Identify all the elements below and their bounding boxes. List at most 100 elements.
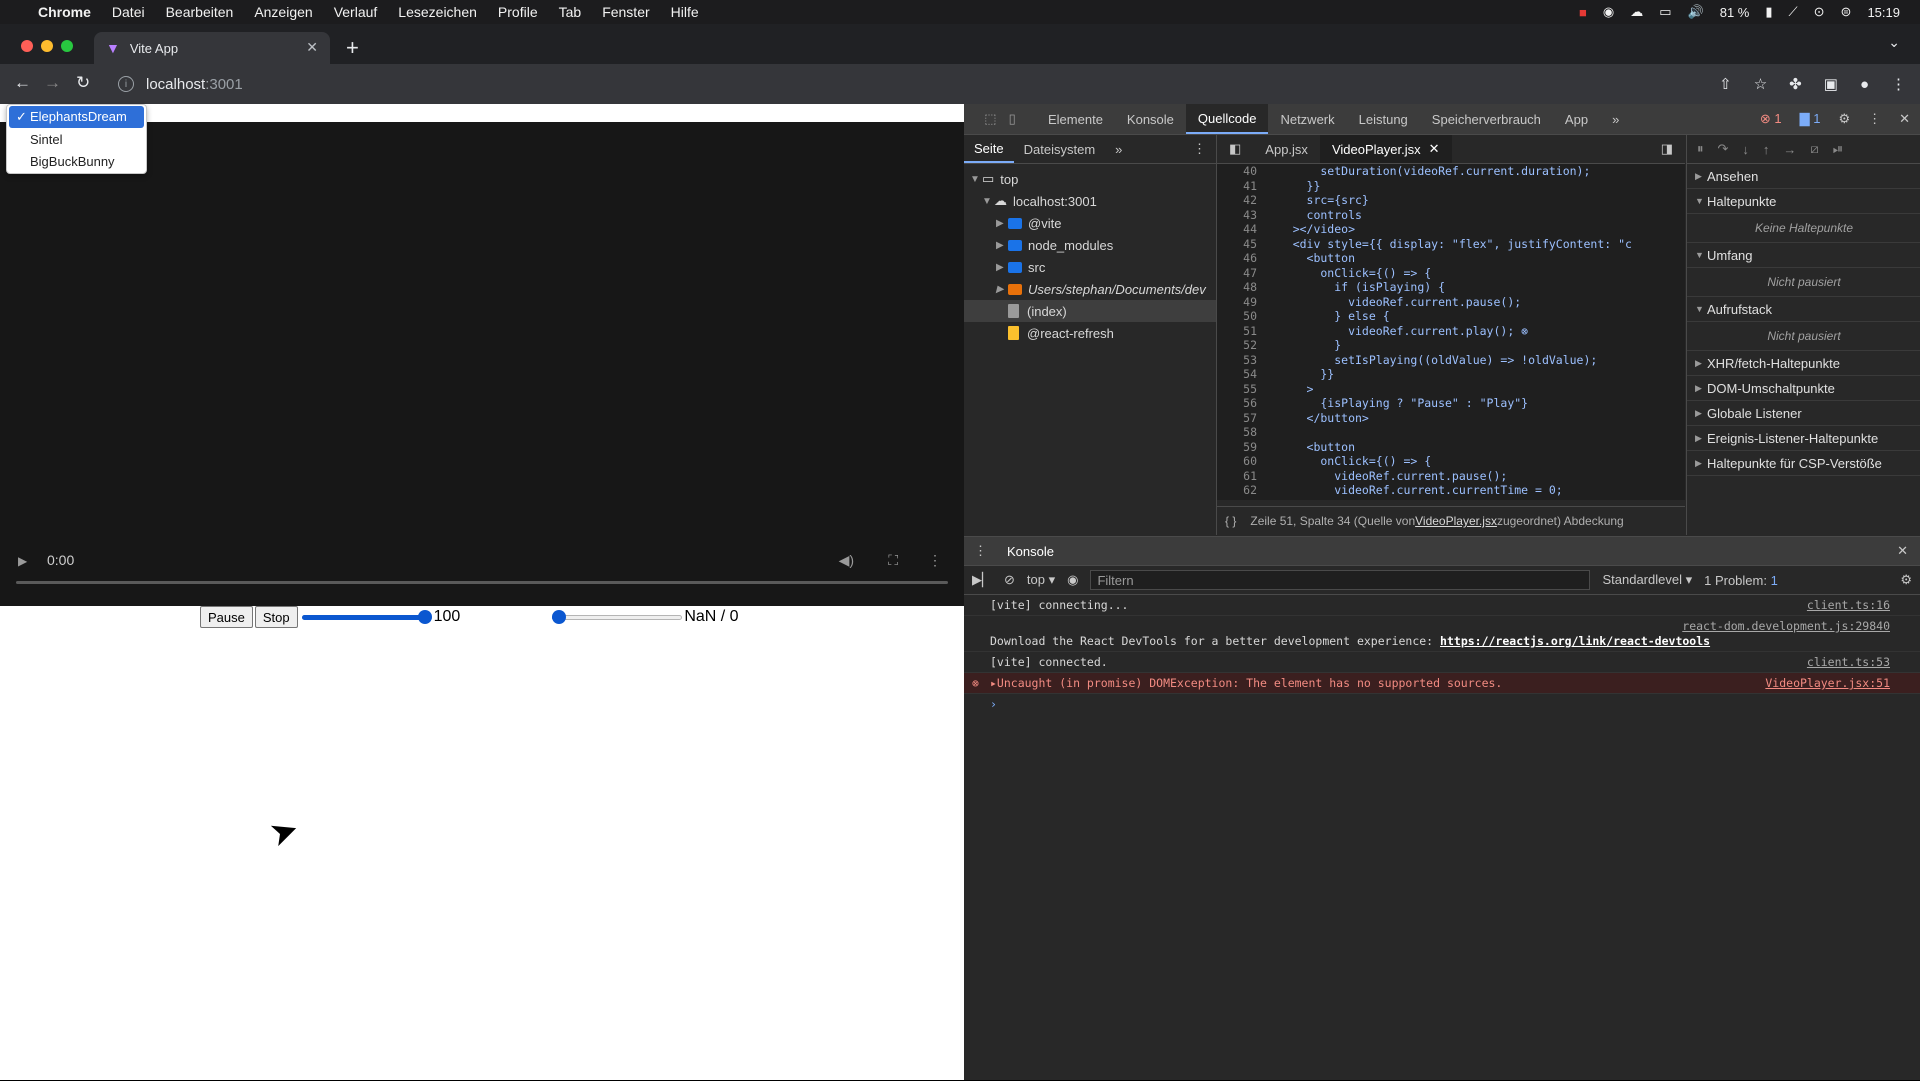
progress-slider[interactable] xyxy=(552,606,683,628)
wifi-off-icon[interactable]: ⟋ xyxy=(1789,4,1798,20)
message-source-link[interactable]: react-dom.development.js:29840 xyxy=(1682,619,1890,633)
close-tab-icon[interactable]: ✕ xyxy=(1429,141,1440,157)
debugger-section[interactable]: ▶ DOM-Umschaltpunkte xyxy=(1687,376,1920,401)
collapse-arrow-icon[interactable]: ▶ xyxy=(996,218,1008,229)
display-icon[interactable]: ▭ xyxy=(1659,4,1671,20)
log-level-select[interactable]: Standardlevel ▾ xyxy=(1602,572,1692,588)
collapse-arrow-icon[interactable]: ▶ xyxy=(996,284,1008,295)
collapsed-arrow-icon[interactable]: ▶ xyxy=(1695,458,1707,469)
dropdown-option-elephantsdream[interactable]: ✓ ElephantsDream xyxy=(9,106,144,128)
step-icon[interactable]: → xyxy=(1783,142,1796,157)
code-line[interactable]: 41 }} xyxy=(1217,179,1685,194)
code-line[interactable]: 49 videoRef.current.pause(); xyxy=(1217,295,1685,310)
line-number[interactable]: 40 xyxy=(1217,164,1265,179)
line-number[interactable]: 62 xyxy=(1217,483,1265,498)
line-number[interactable]: 60 xyxy=(1217,454,1265,469)
code-line[interactable]: 45 <div style={{ display: "flex", justif… xyxy=(1217,237,1685,252)
code-line[interactable]: 46 <button xyxy=(1217,251,1685,266)
tree-node-src[interactable]: ▶ src xyxy=(964,256,1216,278)
collapsed-arrow-icon[interactable]: ▶ xyxy=(1695,358,1707,369)
tree-node-index[interactable]: (index) xyxy=(964,300,1216,322)
video-seek-bar[interactable] xyxy=(16,581,948,584)
line-number[interactable]: 52 xyxy=(1217,338,1265,353)
toggle-debugger-icon[interactable]: ◨ xyxy=(1649,135,1685,163)
line-number[interactable]: 44 xyxy=(1217,222,1265,237)
extensions-icon[interactable]: ✤ xyxy=(1789,75,1802,93)
close-devtools-icon[interactable]: ✕ xyxy=(1899,111,1910,127)
issues-button[interactable]: 1 Problem: 1 xyxy=(1704,573,1778,588)
tree-node-top[interactable]: ▼ ▭ top xyxy=(964,168,1216,190)
stop-button[interactable]: Stop xyxy=(254,606,298,628)
navigator-menu-icon[interactable]: ⋮ xyxy=(1183,135,1216,163)
slider-thumb[interactable] xyxy=(417,610,432,624)
context-selector[interactable]: top ▾ xyxy=(1027,572,1055,588)
device-toolbar-icon[interactable]: ▯ xyxy=(1009,111,1016,127)
drawer-menu-icon[interactable]: ⋮ xyxy=(964,543,997,559)
console-filter-input[interactable]: Filtern xyxy=(1090,570,1591,590)
code-line[interactable]: 52 } xyxy=(1217,338,1685,353)
expanded-arrow-icon[interactable]: ▼ xyxy=(1695,250,1707,260)
menu-item-fenster[interactable]: Fenster xyxy=(602,4,649,20)
debugger-section[interactable]: ▶ Ansehen xyxy=(1687,164,1920,189)
video-fullscreen-icon[interactable]: ⛶ xyxy=(888,552,898,569)
clear-console-icon[interactable]: ⊘ xyxy=(1004,572,1015,588)
debugger-section[interactable]: ▶ XHR/fetch-Haltepunkte xyxy=(1687,351,1920,376)
menu-item-tab[interactable]: Tab xyxy=(559,4,582,20)
expanded-arrow-icon[interactable]: ▼ xyxy=(1695,196,1707,206)
menu-item-bearbeiten[interactable]: Bearbeiten xyxy=(166,4,234,20)
menu-item-datei[interactable]: Datei xyxy=(112,4,145,20)
code-line[interactable]: 51 videoRef.current.play(); ⊗ xyxy=(1217,324,1685,339)
video-player[interactable]: ▶ 0:00 ◀) ⛶ ⋮ xyxy=(0,104,964,606)
menu-item-anzeigen[interactable]: Anzeigen xyxy=(254,4,312,20)
record-icon[interactable]: ■ xyxy=(1579,5,1587,20)
line-number[interactable]: 47 xyxy=(1217,266,1265,281)
code-line[interactable]: 44 ></video> xyxy=(1217,222,1685,237)
collapse-arrow-icon[interactable]: ▶ xyxy=(996,262,1008,273)
video-more-icon[interactable]: ⋮ xyxy=(928,552,942,569)
debugger-section[interactable]: ▶ Ereignis-Listener-Haltepunkte xyxy=(1687,426,1920,451)
side-panel-icon[interactable]: ▣ xyxy=(1824,75,1838,93)
video-mute-icon[interactable]: ◀) xyxy=(839,552,854,569)
line-number[interactable]: 42 xyxy=(1217,193,1265,208)
message-link[interactable]: https://reactjs.org/link/react-devtools xyxy=(1440,634,1710,648)
site-info-icon[interactable]: i xyxy=(118,76,134,92)
line-number[interactable]: 48 xyxy=(1217,280,1265,295)
expand-arrow-icon[interactable]: ▼ xyxy=(970,174,982,185)
inspect-element-icon[interactable]: ⬚ xyxy=(984,111,996,127)
tab-netzwerk[interactable]: Netzwerk xyxy=(1268,104,1346,134)
status-source-link[interactable]: VideoPlayer.jsx xyxy=(1415,514,1497,528)
line-number[interactable]: 53 xyxy=(1217,353,1265,368)
debugger-section[interactable]: ▼ Haltepunkte xyxy=(1687,189,1920,214)
collapse-arrow-icon[interactable]: ▶ xyxy=(996,240,1008,251)
line-number[interactable]: 56 xyxy=(1217,396,1265,411)
tab-search-chevron-icon[interactable]: ⌄ xyxy=(1888,34,1900,51)
cloud-icon[interactable]: ☁ xyxy=(1630,4,1643,20)
console-message[interactable]: Download the React DevTools for a better… xyxy=(964,616,1920,652)
live-expression-eye-icon[interactable]: ◉ xyxy=(1067,572,1078,588)
step-out-icon[interactable]: ↑ xyxy=(1763,142,1770,157)
debugger-section[interactable]: ▼ Umfang xyxy=(1687,243,1920,268)
debugger-section[interactable]: ▼ Aufrufstack xyxy=(1687,297,1920,322)
close-window-button[interactable] xyxy=(21,40,33,52)
line-number[interactable]: 50 xyxy=(1217,309,1265,324)
browser-tab[interactable]: ▼ Vite App ✕ xyxy=(94,32,330,64)
tab-konsole[interactable]: Konsole xyxy=(1115,104,1186,134)
line-number[interactable]: 57 xyxy=(1217,411,1265,426)
back-button[interactable]: ← xyxy=(14,73,31,93)
tab-videoplayer-jsx[interactable]: VideoPlayer.jsx ✕ xyxy=(1319,135,1452,163)
line-number[interactable]: 46 xyxy=(1217,251,1265,266)
code-line[interactable]: 43 controls xyxy=(1217,208,1685,223)
more-navigator-tabs-icon[interactable]: » xyxy=(1105,135,1132,163)
code-line[interactable]: 55 > xyxy=(1217,382,1685,397)
tree-node-vite[interactable]: ▶ @vite xyxy=(964,212,1216,234)
menu-item-lesezeichen[interactable]: Lesezeichen xyxy=(398,4,477,20)
menu-item-hilfe[interactable]: Hilfe xyxy=(671,4,699,20)
code-line[interactable]: 42 src={src} xyxy=(1217,193,1685,208)
chrome-menu-icon[interactable]: ⋮ xyxy=(1891,75,1906,93)
deactivate-breakpoints-icon[interactable]: ⧄ xyxy=(1810,141,1818,157)
code-line[interactable]: 40 setDuration(videoRef.current.duration… xyxy=(1217,164,1685,179)
close-tab-icon[interactable]: ✕ xyxy=(306,39,318,56)
collapsed-arrow-icon[interactable]: ▶ xyxy=(1695,433,1707,444)
volume-slider[interactable] xyxy=(301,606,432,628)
tree-node-react-refresh[interactable]: @react-refresh xyxy=(964,322,1216,344)
